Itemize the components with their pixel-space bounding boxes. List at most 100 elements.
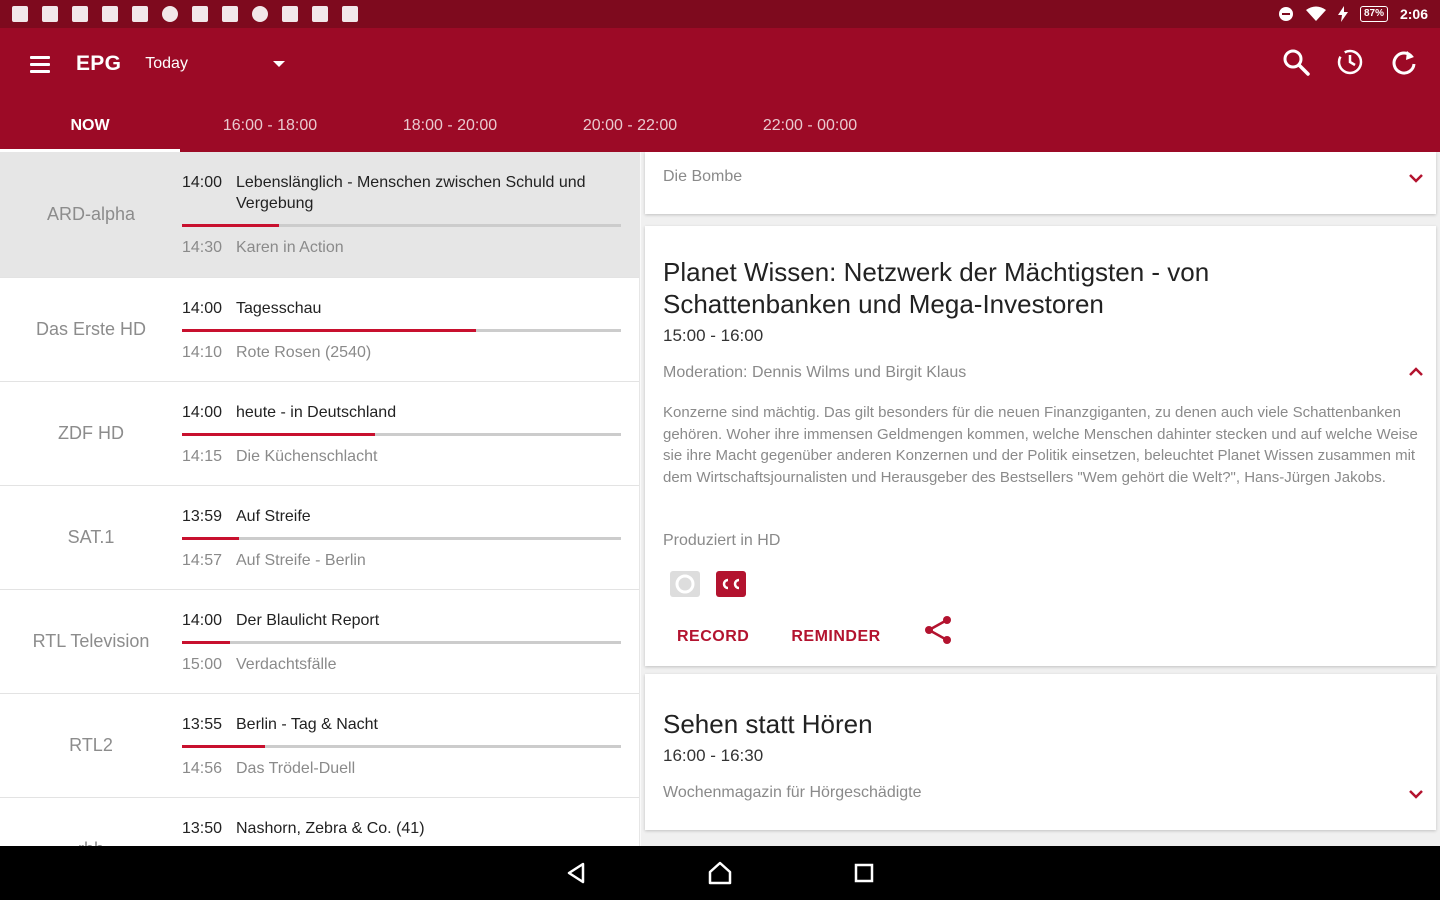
channel-row[interactable]: ARD-alpha 14:00 Lebenslänglich - Menschen … bbox=[0, 152, 639, 278]
current-program: 14:00 Tagesschau bbox=[182, 298, 621, 319]
search-icon[interactable] bbox=[1278, 44, 1314, 80]
current-program: 14:00 heute - in Deutschland bbox=[182, 402, 621, 423]
refresh-icon[interactable] bbox=[1386, 44, 1422, 80]
progress-bar bbox=[182, 329, 621, 332]
recents-icon[interactable] bbox=[845, 854, 883, 892]
reminder-button[interactable]: REMINDER bbox=[791, 628, 880, 646]
menu-icon[interactable] bbox=[20, 44, 60, 84]
tab-slot-4[interactable]: 22:00 - 00:00 bbox=[720, 100, 900, 152]
program-info: 14:00 heute - in Deutschland 14:15 Die Küch… bbox=[182, 382, 639, 485]
notification-icon bbox=[282, 6, 298, 22]
app-bar: EPG Today NOW 16:00 - 18:00 18:00 - 20:00 2… bbox=[0, 28, 1440, 152]
back-icon[interactable] bbox=[557, 854, 595, 892]
program-card-collapsed[interactable]: Sehen statt Hören 16:00 - 16:30 Wochenma… bbox=[645, 674, 1436, 830]
chevron-down-icon[interactable] bbox=[1406, 168, 1426, 188]
card-actions: RECORD REMINDER bbox=[677, 616, 955, 646]
program-title: Auf Streife bbox=[236, 508, 311, 525]
program-start-time: 14:10 bbox=[182, 344, 223, 361]
program-start-time: 14:00 bbox=[182, 300, 223, 317]
channel-row[interactable]: RTL2 13:55 Berlin - Tag & Nacht 14:56 Das Tr… bbox=[0, 694, 639, 798]
dropdown-arrow-icon bbox=[273, 61, 286, 67]
record-button[interactable]: RECORD bbox=[677, 628, 749, 646]
program-start-time: 14:30 bbox=[182, 239, 223, 256]
program-title: Nashorn, Zebra & Co. (41) bbox=[236, 820, 425, 837]
channel-row[interactable]: Das Erste HD 14:00 Tagesschau 14:10 Rote Ros… bbox=[0, 278, 639, 382]
program-card-expanded: Planet Wissen: Netzwerk der Mächtigsten … bbox=[645, 226, 1436, 666]
progress-fill bbox=[182, 433, 376, 436]
tab-slot-2[interactable]: 18:00 - 20:00 bbox=[360, 100, 540, 152]
program-time: 15:00 - 16:00 bbox=[663, 326, 764, 345]
channel-row[interactable]: ZDF HD 14:00 heute - in Deutschland 14:15 Di… bbox=[0, 382, 639, 486]
notification-icon bbox=[132, 6, 148, 22]
progress-bar bbox=[182, 745, 621, 748]
program-start-time: 13:55 bbox=[182, 716, 223, 733]
notification-icon bbox=[312, 6, 328, 22]
program-time: 16:00 - 16:30 bbox=[663, 746, 764, 765]
progress-fill bbox=[182, 224, 279, 227]
notification-icon bbox=[42, 6, 58, 22]
home-icon[interactable] bbox=[701, 854, 739, 892]
toolbar-actions bbox=[1278, 44, 1422, 80]
chevron-up-icon[interactable] bbox=[1406, 362, 1426, 382]
charging-icon bbox=[1337, 6, 1348, 22]
program-title: Lebenslänglich - Menschen zwischen Schul… bbox=[236, 174, 586, 212]
program-title: Verdachtsfälle bbox=[236, 656, 337, 673]
program-title: Tagesschau bbox=[236, 300, 322, 317]
program-start-time: 15:00 bbox=[182, 656, 223, 673]
notification-icon bbox=[72, 6, 88, 22]
program-info: 14:00 Der Blaulicht Report 15:00 Verdachtsf… bbox=[182, 590, 639, 693]
clock: 2:06 bbox=[1399, 6, 1428, 22]
tab-slot-1[interactable]: 16:00 - 18:00 bbox=[180, 100, 360, 152]
program-title: heute - in Deutschland bbox=[236, 404, 397, 421]
progress-bar bbox=[182, 537, 621, 540]
system-status: 87% 2:06 bbox=[1278, 6, 1428, 22]
program-start-time: 14:00 bbox=[182, 612, 223, 629]
notification-icons bbox=[12, 6, 358, 22]
program-production-info: Produziert in HD bbox=[663, 532, 781, 549]
time-tabs: NOW 16:00 - 18:00 18:00 - 20:00 20:00 - 22:… bbox=[0, 100, 1440, 152]
program-description: Konzerne sind mächtig. Das gilt besonder… bbox=[663, 404, 1418, 486]
current-program: 13:50 Nashorn, Zebra & Co. (41) bbox=[182, 818, 621, 839]
program-start-time: 14:56 bbox=[182, 760, 223, 777]
channel-name: SAT.1 bbox=[67, 527, 115, 547]
channel-row[interactable]: rbb13:50 Nashorn, Zebra & Co. (41) bbox=[0, 798, 639, 846]
program-moderation: Moderation: Dennis Wilms und Birgit Klau… bbox=[663, 364, 967, 381]
channel-name: ZDF HD bbox=[58, 423, 124, 443]
channel-list: ARD-alpha 14:00 Lebenslänglich - Menschen … bbox=[0, 152, 640, 846]
toolbar: EPG Today bbox=[0, 28, 1440, 100]
status-bar: 87% 2:06 bbox=[0, 0, 1440, 28]
current-program: 14:00 Der Blaulicht Report bbox=[182, 610, 621, 631]
notification-icon bbox=[252, 6, 268, 22]
current-program: 14:00 Lebenslänglich - Menschen zwischen … bbox=[182, 172, 621, 214]
program-title: Auf Streife - Berlin bbox=[236, 552, 366, 569]
program-start-time: 14:00 bbox=[182, 404, 223, 421]
progress-fill bbox=[182, 745, 266, 748]
notification-icon bbox=[222, 6, 238, 22]
progress-bar bbox=[182, 224, 621, 227]
program-title: Das Trödel-Duell bbox=[236, 760, 356, 777]
program-title: Planet Wissen: Netzwerk der Mächtigsten … bbox=[663, 257, 1210, 319]
chevron-down-icon[interactable] bbox=[1406, 784, 1426, 804]
channel-name: Das Erste HD bbox=[35, 319, 147, 339]
progress-fill bbox=[182, 641, 231, 644]
progress-fill bbox=[182, 329, 477, 332]
program-start-time: 14:00 bbox=[182, 174, 223, 191]
share-icon[interactable] bbox=[923, 614, 955, 646]
channel-row[interactable]: RTL Television 14:00 Der Blaulicht Report 1… bbox=[0, 590, 639, 694]
tab-now[interactable]: NOW bbox=[0, 100, 180, 152]
channel-row[interactable]: SAT.1 13:59 Auf Streife 14:57 Auf Streife - … bbox=[0, 486, 639, 590]
battery-indicator: 87% bbox=[1359, 6, 1388, 22]
feature-icons bbox=[669, 570, 747, 598]
progress-bar bbox=[182, 433, 621, 436]
notification-icon bbox=[12, 6, 28, 22]
day-selector[interactable]: Today bbox=[145, 55, 286, 73]
tab-slot-3[interactable]: 20:00 - 22:00 bbox=[540, 100, 720, 152]
next-program: 15:00 Verdachtsfälle bbox=[182, 654, 621, 675]
next-program: 14:15 Die Küchenschlacht bbox=[182, 446, 621, 467]
day-selector-label: Today bbox=[145, 55, 188, 72]
program-card-collapsed[interactable]: Die Bombe bbox=[645, 152, 1436, 214]
clock-icon[interactable] bbox=[1332, 44, 1368, 80]
program-info: 14:00 Lebenslänglich - Menschen zwischen … bbox=[182, 152, 639, 277]
program-info: 13:55 Berlin - Tag & Nacht 14:56 Das Trödel… bbox=[182, 694, 639, 797]
navigation-bar bbox=[0, 846, 1440, 900]
